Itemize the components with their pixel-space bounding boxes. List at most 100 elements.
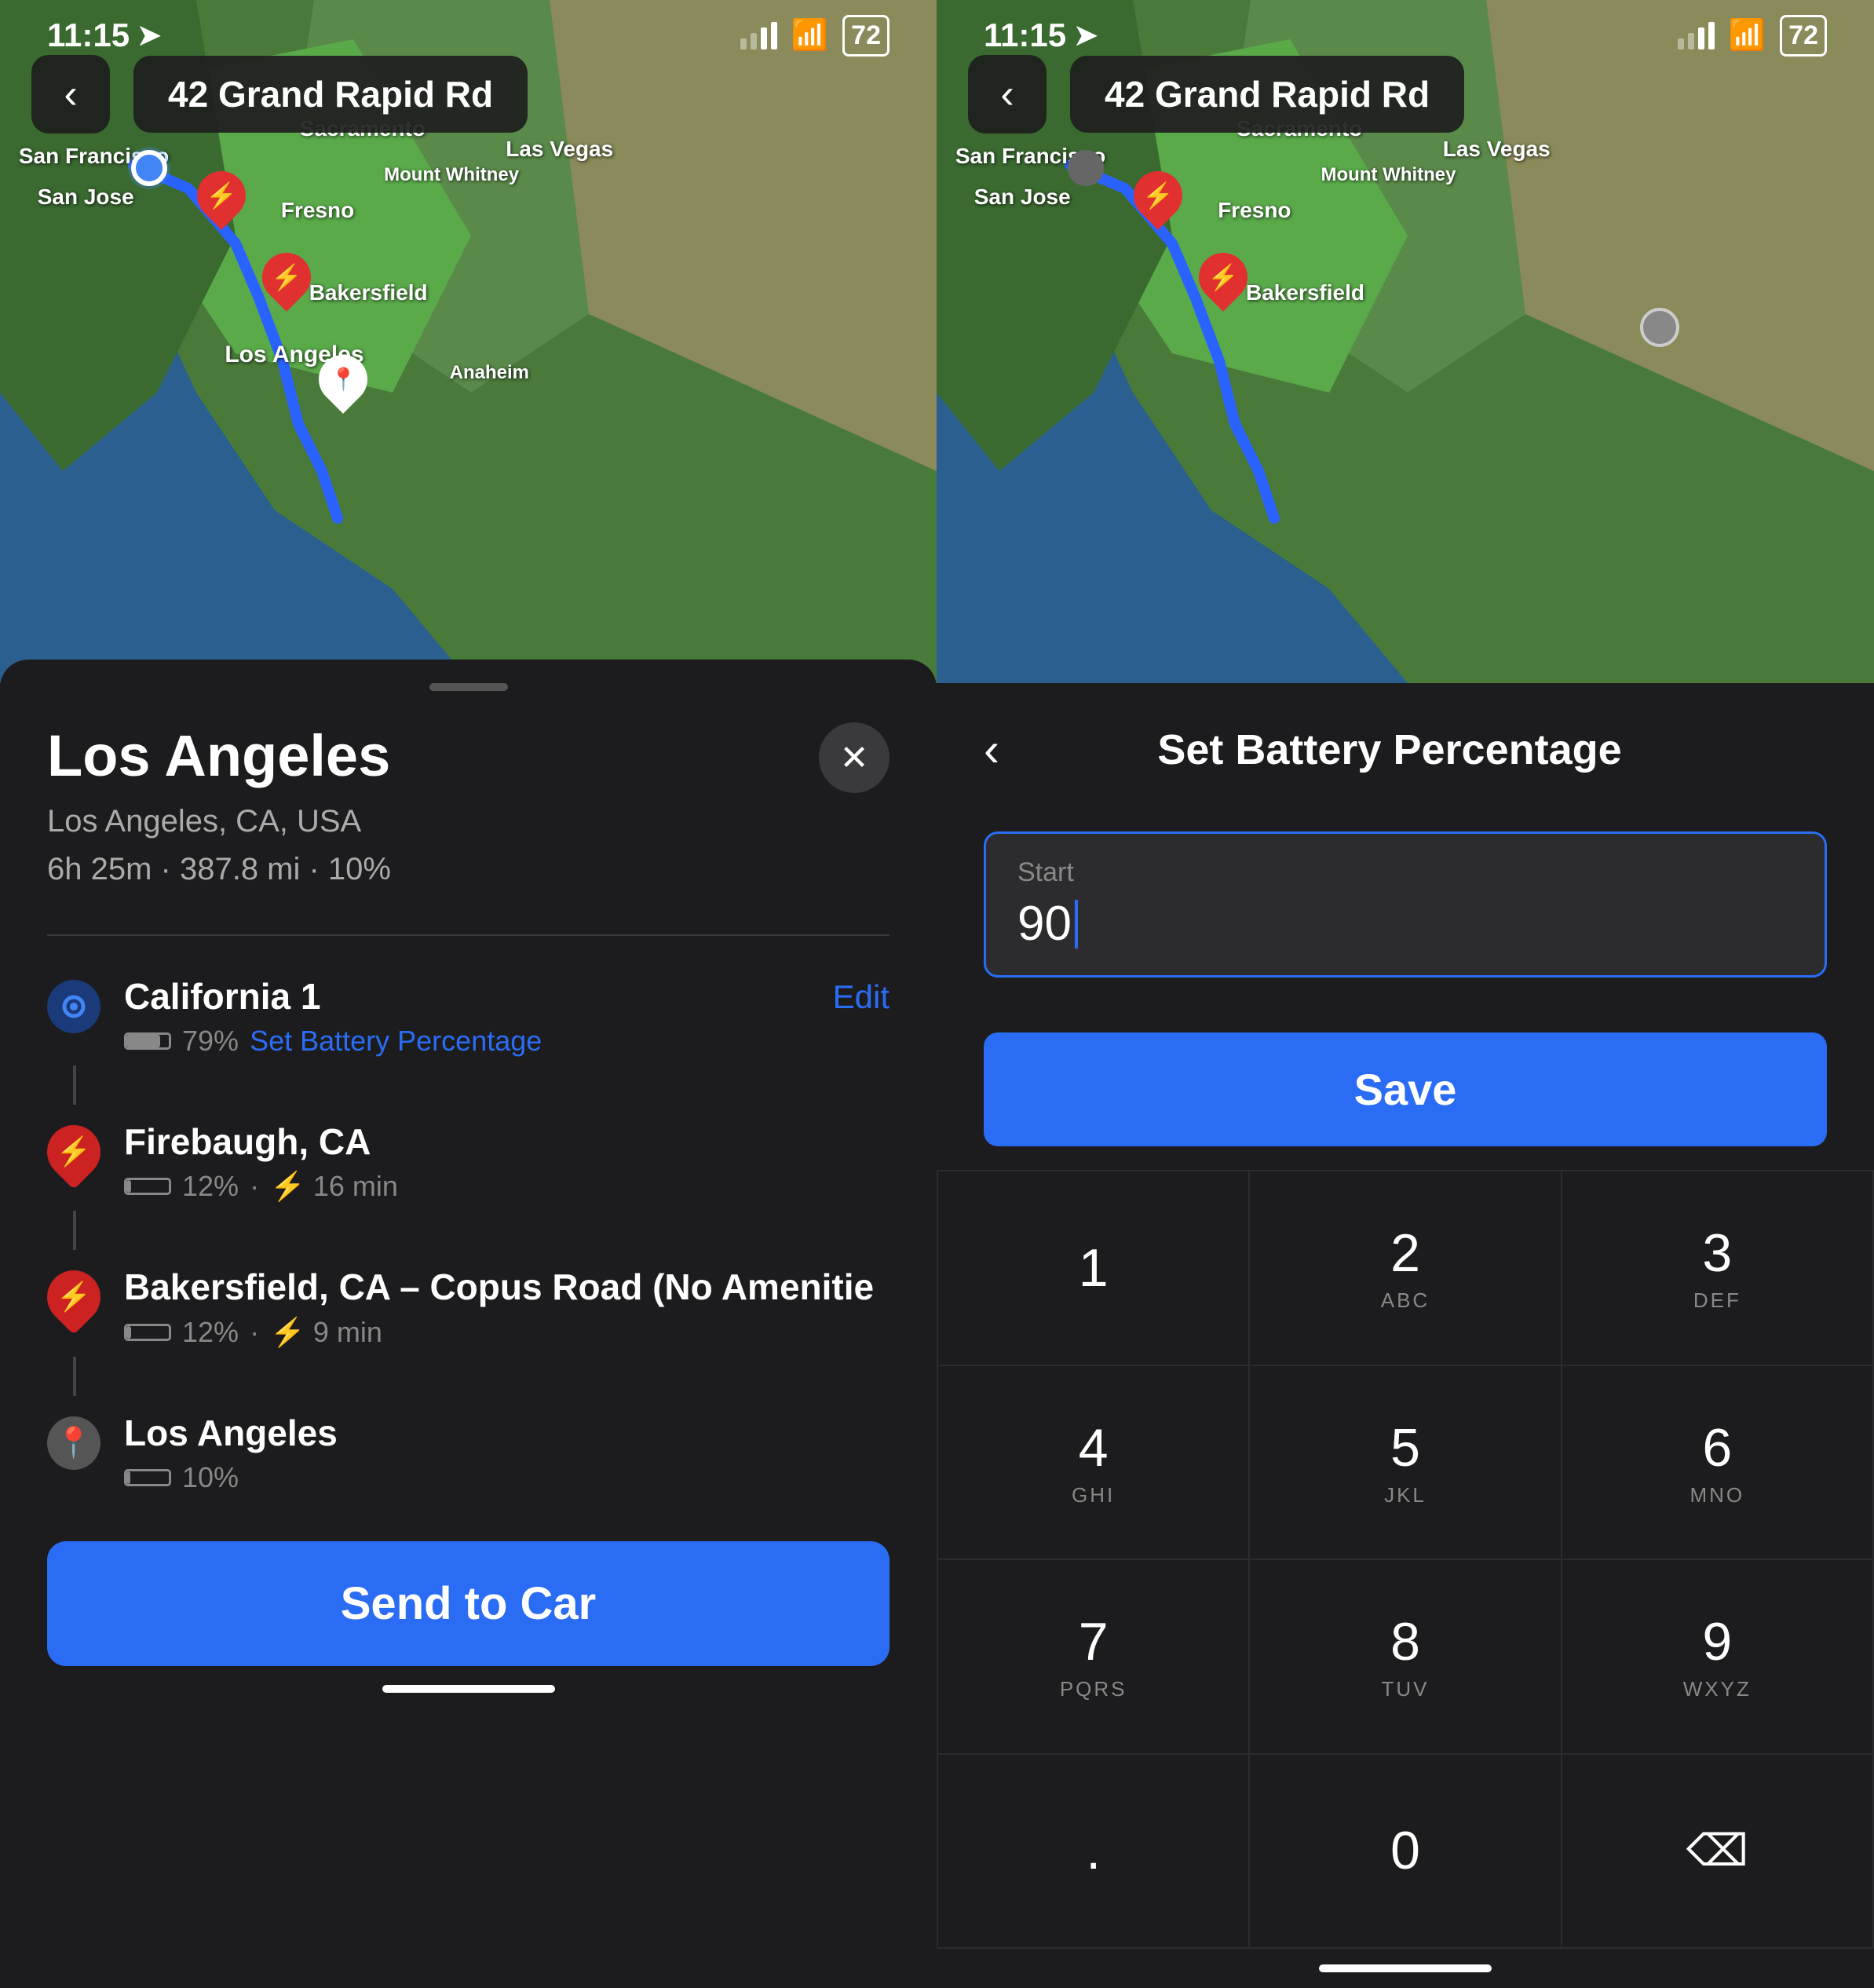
key-2-num: 2 (1390, 1222, 1420, 1284)
battery-back-button[interactable]: ‹ (984, 722, 999, 777)
stop-info-california: California 1 Edit 79% Set Battery Percen… (124, 975, 890, 1058)
key-9-sub: WXYZ (1683, 1677, 1752, 1701)
status-left: 11:15 ➤ (47, 16, 161, 54)
delete-icon: ⌫ (1686, 1825, 1748, 1877)
sheet-meta: 6h 25m · 387.8 mi · 10% (47, 852, 890, 887)
stop-los-angeles: 📍 Los Angeles 10% (47, 1388, 890, 1518)
stop-details-california: 79% Set Battery Percentage (124, 1025, 890, 1058)
sheet-title: Los Angeles (47, 722, 390, 789)
stop-details-la: 10% (124, 1461, 890, 1494)
r-location-dot (1068, 150, 1104, 186)
key-8-num: 8 (1390, 1611, 1420, 1672)
r-battery-display: 72 (1780, 15, 1827, 57)
stop-info-la: Los Angeles 10% (124, 1412, 890, 1494)
key-8[interactable]: 8 TUV (1250, 1560, 1560, 1753)
r-charging-pin-2: ⚡ (1199, 253, 1248, 301)
key-1[interactable]: 1 (938, 1171, 1248, 1365)
stop-icon-firebaugh: ⚡ (36, 1114, 111, 1190)
stop-name-bakersfield: Bakersfield, CA – Copus Road (No Ameniti… (124, 1266, 890, 1309)
key-4-num: 4 (1079, 1417, 1109, 1478)
key-2[interactable]: 2 ABC (1250, 1171, 1560, 1365)
key-dot[interactable]: . (938, 1755, 1248, 1948)
numeric-keypad: 1 2 ABC 3 DEF 4 GHI 5 JKL 6 MNO (937, 1170, 1874, 1949)
key-6-sub: MNO (1690, 1483, 1744, 1507)
key-3[interactable]: 3 DEF (1562, 1171, 1872, 1365)
left-map: Sacramento San Francisco San Jose Fresno… (0, 0, 937, 683)
battery-input-area: Start 90 (937, 800, 1874, 1009)
r-wifi-icon: 📶 (1729, 18, 1766, 53)
stop-details-firebaugh: 12% · ⚡ 16 min (124, 1170, 890, 1203)
battery-input-value: 90 (1017, 896, 1793, 952)
key-4[interactable]: 4 GHI (938, 1366, 1248, 1559)
key-5[interactable]: 5 JKL (1250, 1366, 1560, 1559)
signal-bars (740, 22, 777, 49)
stop-name-california: California 1 (124, 975, 321, 1018)
home-indicator-right (1319, 1964, 1492, 1972)
key-3-num: 3 (1702, 1222, 1732, 1284)
key-0[interactable]: 0 (1250, 1755, 1560, 1948)
r-status-left: 11:15 ➤ (984, 16, 1098, 54)
close-button[interactable]: ✕ (819, 722, 890, 793)
key-1-num: 1 (1079, 1237, 1109, 1299)
right-map: Sacramento San Francisco San Jose Fresno… (937, 0, 1874, 683)
stop-info-bakersfield: Bakersfield, CA – Copus Road (No Ameniti… (124, 1266, 890, 1348)
key-4-sub: GHI (1072, 1483, 1115, 1507)
stop-icon-california (47, 980, 100, 1033)
key-5-sub: JKL (1384, 1483, 1427, 1507)
stop-edit-california[interactable]: Edit (833, 978, 890, 1016)
location-dot-sf (131, 150, 167, 186)
left-panel: Sacramento San Francisco San Jose Fresno… (0, 0, 937, 1988)
stop-name-la: Los Angeles (124, 1412, 890, 1455)
stop-firebaugh: ⚡ Firebaugh, CA 12% · ⚡ 16 min (47, 1097, 890, 1226)
right-panel: Sacramento San Francisco San Jose Fresno… (937, 0, 1874, 1988)
key-5-num: 5 (1390, 1417, 1420, 1478)
location-icon: ➤ (137, 19, 161, 52)
send-to-car-button[interactable]: Send to Car (47, 1541, 890, 1666)
sheet-subtitle: Los Angeles, CA, USA (47, 804, 890, 839)
battery-header: ‹ Set Battery Percentage (937, 683, 1874, 800)
key-dot-sym: . (1086, 1820, 1101, 1881)
battery-sheet-title: Set Battery Percentage (1023, 725, 1756, 774)
divider-1 (47, 934, 890, 936)
stop-name-firebaugh: Firebaugh, CA (124, 1120, 890, 1164)
wifi-icon: 📶 (791, 18, 828, 53)
r-location-icon: ➤ (1074, 19, 1098, 52)
cursor (1075, 900, 1078, 948)
key-7[interactable]: 7 PQRS (938, 1560, 1248, 1753)
key-0-num: 0 (1390, 1820, 1420, 1881)
charging-pin-2: ⚡ (262, 253, 311, 301)
right-status-bar: 11:15 ➤ 📶 72 (937, 0, 1874, 71)
key-6-num: 6 (1702, 1417, 1732, 1478)
key-9[interactable]: 9 WXYZ (1562, 1560, 1872, 1753)
key-7-num: 7 (1079, 1611, 1109, 1672)
key-3-sub: DEF (1693, 1288, 1741, 1313)
left-bottom-sheet: Los Angeles ✕ Los Angeles, CA, USA 6h 25… (0, 660, 937, 1988)
battery-input-box[interactable]: Start 90 (984, 831, 1827, 978)
status-right: 📶 72 (740, 15, 890, 57)
key-6[interactable]: 6 MNO (1562, 1366, 1872, 1559)
battery-sheet: ‹ Set Battery Percentage Start 90 Save 1… (937, 683, 1874, 1988)
r-destination-dot (1640, 308, 1679, 347)
r-signal-bars (1678, 22, 1715, 49)
key-delete[interactable]: ⌫ (1562, 1755, 1872, 1948)
stop-icon-la: 📍 (47, 1416, 100, 1470)
charging-pin-1: ⚡ (197, 171, 246, 220)
key-7-sub: PQRS (1060, 1677, 1127, 1701)
stop-info-firebaugh: Firebaugh, CA 12% · ⚡ 16 min (124, 1120, 890, 1203)
stop-bakersfield: ⚡ Bakersfield, CA – Copus Road (No Ameni… (47, 1242, 890, 1372)
destination-pin: 📍 (319, 355, 367, 404)
stop-icon-bakersfield: ⚡ (36, 1259, 111, 1335)
stop-details-bakersfield: 12% · ⚡ 9 min (124, 1316, 890, 1349)
save-button[interactable]: Save (984, 1032, 1827, 1146)
key-2-sub: ABC (1381, 1288, 1430, 1313)
set-battery-link[interactable]: Set Battery Percentage (250, 1025, 542, 1058)
r-time-display: 11:15 (984, 16, 1066, 54)
time-display: 11:15 (47, 16, 130, 54)
battery-display: 72 (842, 15, 890, 57)
key-8-sub: TUV (1381, 1677, 1429, 1701)
stop-california-1: California 1 Edit 79% Set Battery Percen… (47, 952, 890, 1081)
r-status-right: 📶 72 (1678, 15, 1827, 57)
battery-input-label: Start (1017, 857, 1793, 888)
left-status-bar: 11:15 ➤ 📶 72 (0, 0, 937, 71)
home-indicator-left (382, 1685, 555, 1693)
